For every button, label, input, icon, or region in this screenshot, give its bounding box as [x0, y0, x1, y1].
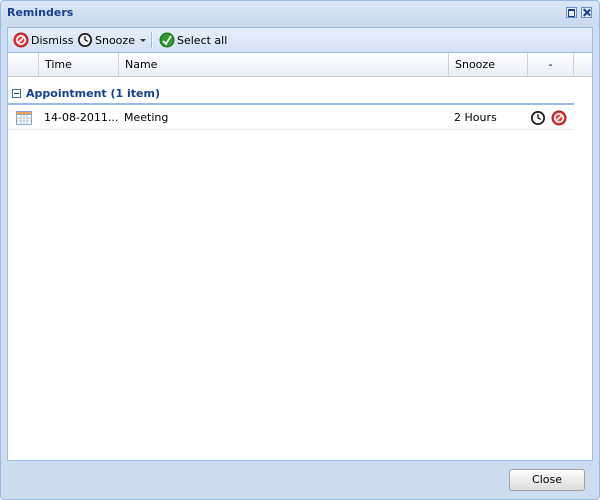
group-label: Appointment (1 item) [26, 87, 161, 100]
window-title: Reminders [7, 6, 74, 19]
dismiss-button[interactable]: Dismiss [13, 31, 74, 49]
row-name: Meeting [124, 111, 169, 124]
toolbar-separator [151, 32, 153, 48]
calendar-icon [16, 111, 32, 125]
row-snooze: 2 Hours [454, 111, 497, 124]
dismiss-icon [13, 32, 29, 48]
table-row[interactable]: 14-08-2011... Meeting 2 Hours [8, 107, 574, 130]
snooze-label: Snooze [95, 33, 135, 47]
header-scroll-gutter [574, 53, 592, 77]
reminders-panel: Dismiss Snooze Select all Time Name Snoo… [7, 27, 593, 461]
window-titlebar[interactable]: Reminders [1, 1, 599, 25]
maximize-button[interactable] [566, 7, 577, 18]
column-header-time[interactable]: Time [39, 53, 119, 76]
clock-icon [78, 33, 92, 47]
dismiss-label: Dismiss [31, 33, 74, 47]
select-all-button[interactable]: Select all [159, 31, 227, 49]
column-header-name[interactable]: Name [119, 53, 449, 76]
column-header-actions[interactable]: - [528, 53, 574, 76]
chevron-down-icon [139, 38, 146, 42]
reminders-window: Reminders Dismiss Snooze Select all Time… [0, 0, 600, 500]
row-dismiss-icon[interactable] [551, 110, 567, 126]
row-snooze-clock-icon[interactable] [530, 110, 546, 126]
column-header-snooze[interactable]: Snooze [449, 53, 528, 76]
grid-header: Time Name Snooze - [8, 53, 592, 77]
select-all-icon [159, 32, 175, 48]
column-header-type[interactable] [8, 53, 39, 76]
select-all-label: Select all [177, 33, 228, 47]
row-time: 14-08-2011... [44, 111, 119, 124]
collapse-icon[interactable] [12, 89, 21, 98]
group-header-appointment[interactable]: Appointment (1 item) [8, 85, 574, 105]
close-button[interactable]: Close [509, 469, 585, 491]
toolbar: Dismiss Snooze Select all [8, 28, 592, 53]
snooze-button[interactable]: Snooze [77, 31, 146, 49]
close-window-button[interactable] [581, 7, 592, 18]
